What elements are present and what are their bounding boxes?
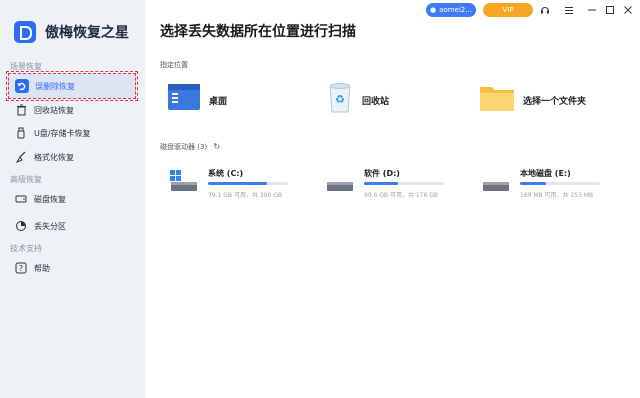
partition-icon [14,219,28,233]
drive-disk-icon [170,170,198,192]
location-select-folder[interactable]: 选择一个文件夹 [479,82,586,118]
drive-disk-icon [326,170,354,192]
support-headset-icon[interactable] [537,2,553,18]
broom-icon [14,150,28,164]
drive-e[interactable]: 本地磁盘 (E:) 169 MB 可用，共 253 MB [482,166,612,202]
drive-usage-fill [520,182,547,185]
drive-usage-bar [364,182,444,185]
drive-name: 系统 (C:) [208,169,244,178]
section-title-support: 技术支持 [10,244,42,253]
user-icon: ● [430,6,437,14]
user-name: aomei2... [439,6,472,14]
user-account-button[interactable]: ● aomei2... [426,3,476,17]
undo-icon [15,79,29,93]
usb-icon [14,126,28,140]
sidebar-item-label: U盘/存储卡恢复 [34,128,91,138]
sidebar-item-label: 误删除恢复 [35,81,75,91]
sidebar-item-label: 帮助 [34,263,50,273]
help-icon: ? [14,261,28,275]
minimize-icon[interactable] [584,2,600,18]
vip-button[interactable]: VIP [483,3,533,17]
vip-label: VIP [502,6,514,14]
sidebar: 傲梅恢复之星 场景恢复 误删除恢复 回收站恢复 U盘/存储卡恢复 格式化恢复 高… [0,0,145,398]
close-icon[interactable] [620,2,636,18]
sidebar-item-label: 丢失分区 [34,221,66,231]
drive-usage-bar [208,182,288,185]
location-recycle-bin[interactable]: ♻ 回收站 [326,82,389,118]
sidebar-item-label: 磁盘恢复 [34,194,66,204]
sidebar-item-disk-recovery[interactable]: 磁盘恢复 [8,188,136,210]
recycle-bin-icon: ♻ [326,82,354,118]
locations-label: 指定位置 [160,61,188,69]
location-name: 选择一个文件夹 [523,96,587,107]
sidebar-item-format-recovery[interactable]: 格式化恢复 [8,146,136,168]
folder-icon [479,83,515,117]
drive-capacity: 99.6 GB 可用，共 176 GB [364,192,438,199]
location-name: 回收站 [362,96,390,107]
drive-usage-bar [520,182,600,185]
sidebar-item-lost-partition[interactable]: 丢失分区 [8,215,136,237]
disk-icon [14,192,28,206]
sidebar-item-label: 格式化恢复 [34,152,74,162]
drive-name: 本地磁盘 (E:) [520,169,571,178]
app-title: 傲梅恢复之星 [45,25,129,41]
drive-c[interactable]: 系统 (C:) 79.1 GB 可用，共 300 GB [170,166,300,202]
menu-icon[interactable] [561,2,577,18]
location-name: 桌面 [209,96,228,107]
app-logo-icon [14,21,36,43]
refresh-icon[interactable]: ↻ [213,142,220,151]
section-title-scene: 场景恢复 [10,62,42,71]
drive-disk-icon [482,170,510,192]
trash-icon [14,103,28,117]
location-desktop[interactable]: 桌面 [167,82,227,118]
drive-name: 软件 (D:) [364,169,400,178]
drive-usage-fill [364,182,399,185]
svg-text:♻: ♻ [335,93,345,106]
page-title: 选择丢失数据所在位置进行扫描 [160,24,356,40]
sidebar-item-usb-recovery[interactable]: U盘/存储卡恢复 [8,122,136,144]
drive-capacity: 79.1 GB 可用，共 300 GB [208,192,282,199]
drives-count-label: 磁盘驱动器 (3) [160,143,208,151]
section-title-advanced: 高级恢复 [10,175,42,184]
sidebar-item-recycle-recovery[interactable]: 回收站恢复 [8,99,136,121]
drives-label: 磁盘驱动器 (3) ↻ [160,142,220,152]
sidebar-item-label: 回收站恢复 [34,105,74,115]
drive-d[interactable]: 软件 (D:) 99.6 GB 可用，共 176 GB [326,166,456,202]
sidebar-item-help[interactable]: ? 帮助 [8,257,136,279]
sidebar-item-deleted-recovery[interactable]: 误删除恢复 [6,71,138,101]
desktop-icon [167,83,201,117]
drive-usage-fill [208,182,268,185]
maximize-icon[interactable] [602,2,618,18]
svg-text:?: ? [19,264,23,273]
drive-capacity: 169 MB 可用，共 253 MB [520,192,594,199]
